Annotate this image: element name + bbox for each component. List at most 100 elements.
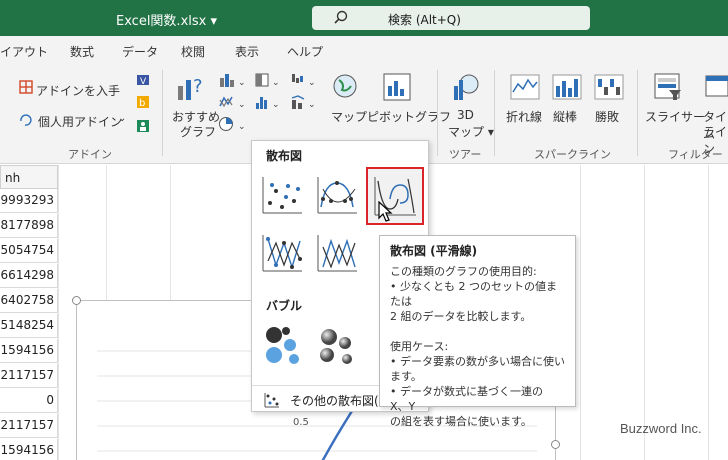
personal-addins-button[interactable]: 個人用アドイン — [38, 113, 122, 130]
combo-chart-icon[interactable]: ⌄ — [290, 94, 320, 110]
sparkline-column-icon — [552, 74, 582, 100]
3d-map-label-1[interactable]: 3D — [457, 108, 474, 122]
scatter-small-icon — [264, 393, 279, 408]
slicer-button[interactable]: スライサー — [645, 108, 705, 125]
3d-map-label-2[interactable]: マップ ▾ — [448, 123, 494, 140]
table-cell[interactable]: 1594156 — [0, 339, 58, 363]
tab-help[interactable]: ヘルプ — [287, 43, 323, 60]
bubble-icon — [266, 327, 299, 364]
group-separator — [637, 70, 638, 156]
svg-text:V: V — [140, 77, 147, 87]
column-chart-icon[interactable]: ⌄ — [218, 72, 248, 88]
tooltip-line: 2 組のデータを比較します。 — [390, 310, 532, 323]
cursor-pointer-icon — [378, 201, 393, 222]
group-label-filter: フィルター — [668, 148, 723, 161]
get-addins-button[interactable]: アドインを入手 — [36, 82, 120, 99]
title-bar: Excel関数.xlsx ▾ 検索 (Alt+Q) — [0, 0, 728, 36]
scatter-straight-option[interactable] — [313, 229, 361, 277]
svg-text:⌄: ⌄ — [272, 78, 280, 88]
table-cell[interactable]: 5054754 — [0, 239, 58, 263]
gridline — [580, 165, 581, 460]
tab-review[interactable]: 校閲 — [181, 43, 205, 60]
group-label-sparkline: スパークライン — [534, 148, 611, 161]
svg-text:⌄: ⌄ — [272, 100, 280, 110]
chevron-down-icon[interactable]: ⌄ — [118, 113, 126, 124]
table-cell[interactable]: 2117157 — [0, 364, 58, 388]
scatter-smooth-markers-icon — [317, 177, 357, 214]
search-icon — [334, 10, 348, 24]
group-separator — [494, 70, 495, 156]
table-cell[interactable]: 1594156 — [0, 439, 58, 460]
gridline — [58, 165, 59, 460]
scatter-straight-markers-icon — [262, 235, 302, 272]
group-label-tour: ツアー — [449, 148, 482, 161]
bubble-section-header: バブル — [266, 299, 303, 313]
gridline — [644, 165, 645, 460]
people-graph-icon[interactable] — [136, 119, 150, 133]
sparkline-winloss-icon — [594, 74, 624, 100]
tooltip-title: 散布図 (平滑線) — [390, 244, 478, 258]
pivot-chart-icon — [383, 73, 411, 101]
table-cell[interactable]: 8177898 — [0, 214, 58, 238]
tab-page-layout[interactable]: イアウト — [0, 43, 48, 60]
pivot-chart-button[interactable]: ピボットグラフ — [367, 108, 451, 125]
column-header[interactable]: nh — [0, 165, 58, 189]
visio-icon[interactable]: V — [136, 73, 150, 87]
group-separator — [437, 70, 438, 156]
tab-view[interactable]: 表示 — [235, 43, 259, 60]
scatter-straight-icon — [317, 235, 357, 272]
bubble-3d-option[interactable] — [313, 321, 361, 369]
group-separator — [162, 70, 163, 156]
file-name[interactable]: Excel関数.xlsx ▾ — [116, 10, 217, 29]
store-icon — [19, 80, 33, 94]
tooltip-line: • データが数式に基づく一連の X、Y — [390, 385, 543, 413]
tab-formulas[interactable]: 数式 — [70, 43, 94, 60]
sparkline-line-button[interactable]: 折れ線 — [506, 108, 542, 125]
recommended-charts-label-2[interactable]: グラフ — [180, 123, 216, 140]
scatter-option[interactable] — [258, 171, 306, 219]
sparkline-winloss-button[interactable]: 勝敗 — [595, 108, 619, 125]
statistic-chart-icon[interactable]: ⌄ — [254, 94, 284, 110]
resize-handle[interactable] — [72, 296, 81, 305]
scatter-section-header: 散布図 — [266, 149, 303, 163]
waterfall-chart-icon[interactable]: ⌄ — [290, 72, 320, 88]
table-cell[interactable]: 5148254 — [0, 314, 58, 338]
table-cell[interactable]: 6614298 — [0, 264, 58, 288]
gridline — [708, 165, 709, 460]
axis-tick: 0.5 — [293, 417, 309, 428]
tab-data[interactable]: データ — [122, 43, 158, 60]
hierarchy-chart-icon[interactable]: ⌄ — [254, 72, 284, 88]
recommended-charts-icon: ? — [178, 76, 203, 100]
pie-chart-icon[interactable]: ⌄ — [218, 116, 248, 132]
table-cell[interactable]: 9993293 — [0, 189, 58, 213]
tooltip-line: この種類のグラフの使用目的: — [390, 265, 537, 278]
watermark: Buzzword Inc. — [620, 421, 702, 436]
group-label-addin: アドイン — [68, 148, 112, 161]
resize-handle[interactable] — [551, 440, 560, 449]
scatter-icon — [262, 177, 302, 214]
search-box[interactable]: 検索 (Alt+Q) — [312, 6, 590, 30]
sparkline-column-button[interactable]: 縦棒 — [553, 108, 577, 125]
table-cell[interactable]: 2117157 — [0, 414, 58, 438]
table-cell[interactable]: 0 — [0, 389, 58, 413]
svg-text:⌄: ⌄ — [308, 100, 316, 110]
bing-icon[interactable]: b — [136, 95, 150, 109]
sparkline-line-icon — [510, 74, 540, 100]
svg-text:⌄: ⌄ — [238, 78, 246, 88]
tooltip-line: ます。 — [390, 370, 422, 383]
svg-text:b: b — [139, 98, 145, 109]
scatter-straight-markers-option[interactable] — [258, 229, 306, 277]
tooltip-line: の組を表す場合に使います。 — [390, 415, 532, 428]
table-cell[interactable]: 6402758 — [0, 289, 58, 313]
scatter-smooth-option[interactable] — [366, 167, 424, 225]
timeline-icon — [705, 75, 728, 97]
tooltip-line: • データ要素の数が多い場合に使い — [390, 355, 565, 368]
scatter-smooth-markers-option[interactable] — [313, 171, 361, 219]
map-chart-button[interactable]: マップ — [331, 108, 367, 125]
search-placeholder: 検索 (Alt+Q) — [388, 13, 461, 27]
ribbon-tabs: イアウト 数式 データ 校閲 表示 ヘルプ — [0, 36, 728, 64]
tooltip-line: • 少なくとも 2 つのセットの値または — [390, 280, 557, 308]
bubble-option[interactable] — [258, 321, 306, 369]
chart-type-tooltip: 散布図 (平滑線) この種類のグラフの使用目的: • 少なくとも 2 つのセット… — [379, 235, 576, 428]
line-chart-icon[interactable]: ⌄ — [218, 94, 248, 110]
